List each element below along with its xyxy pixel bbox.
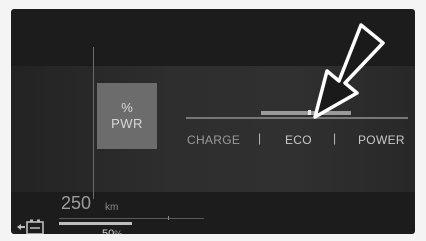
range-unit: km [105,202,119,213]
power-percent-symbol: % [121,100,133,115]
arrow-pointer-icon [313,23,385,119]
range-bar-track [59,218,204,219]
battery-percent: 50% [102,228,122,234]
mode-separator: | [258,131,262,145]
mode-separator: | [333,131,337,145]
range-bar-tick [168,216,169,220]
power-label: PWR [111,116,143,131]
power-indicator-box: % PWR [97,83,157,149]
divider-line [93,47,94,199]
mode-power-label: POWER [358,133,405,147]
battery-charge-icon [17,219,44,234]
mode-eco-label: ECO [285,133,312,147]
battery-level-bar [59,222,132,225]
range-value: 250 [61,193,92,213]
mode-charge-label: CHARGE [187,133,241,147]
battery-percent-value: 50 [102,228,115,234]
battery-percent-symbol: % [114,229,123,234]
instrument-cluster-display: % PWR CHARGE | ECO | POWER 250 km 50% [11,9,415,234]
